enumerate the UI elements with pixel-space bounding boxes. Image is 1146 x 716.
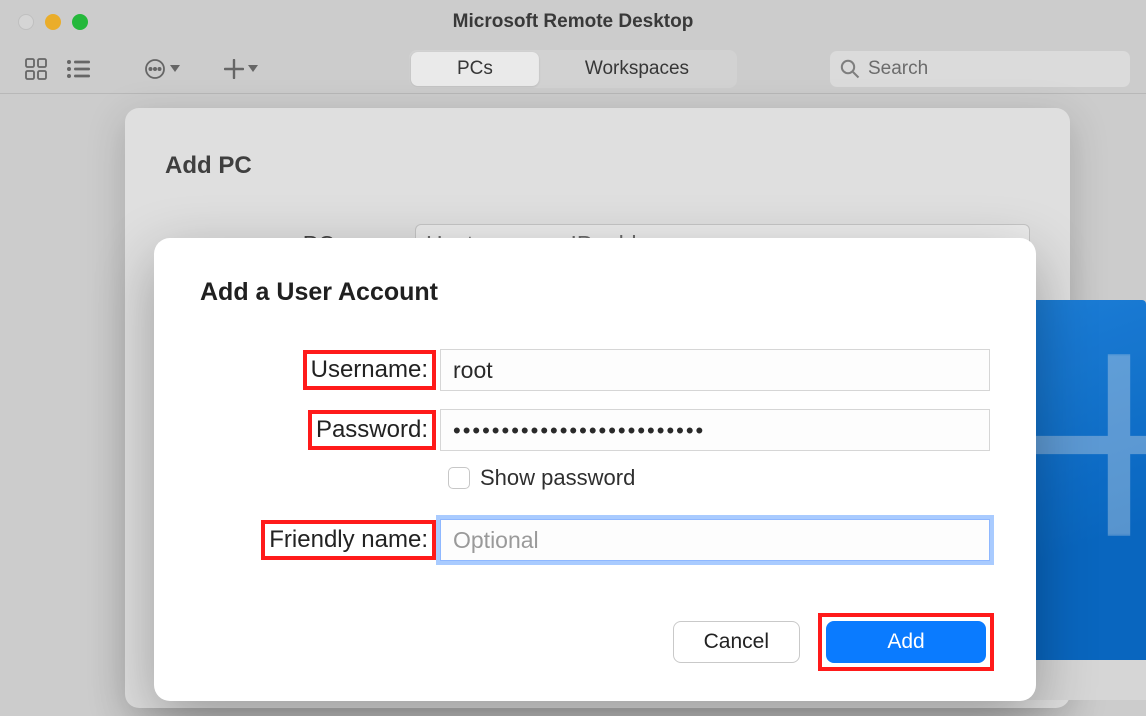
password-label: Password: <box>312 414 432 446</box>
password-input[interactable]: •••••••••••••••••••••••••• <box>440 409 990 451</box>
add-button[interactable] <box>220 51 262 87</box>
close-window-button[interactable] <box>18 14 34 30</box>
cancel-button[interactable]: Cancel <box>673 621 800 663</box>
minimize-window-button[interactable] <box>45 14 61 30</box>
list-view-button[interactable] <box>58 51 98 87</box>
chevron-down-icon <box>170 65 180 72</box>
zoom-window-button[interactable] <box>72 14 88 30</box>
chevron-down-icon <box>248 65 258 72</box>
dialog-title: Add a User Account <box>200 278 990 307</box>
traffic-lights <box>0 14 88 30</box>
username-input[interactable] <box>440 349 990 391</box>
add-button-highlight: Add <box>822 617 990 667</box>
search-field[interactable] <box>830 51 1130 87</box>
view-segmented-control: PCs Workspaces <box>409 50 737 88</box>
add-user-account-dialog: Add a User Account Username: Password: •… <box>154 238 1036 701</box>
search-icon <box>840 59 860 79</box>
desktop-thumbnail <box>1026 300 1146 700</box>
grid-view-button[interactable] <box>16 51 56 87</box>
toolbar: PCs Workspaces <box>0 44 1146 94</box>
search-input[interactable] <box>868 58 1120 80</box>
username-label: Username: <box>307 354 432 386</box>
add-pc-title: Add PC <box>165 152 1030 180</box>
tab-pcs[interactable]: PCs <box>411 52 539 86</box>
window-titlebar: Microsoft Remote Desktop <box>0 0 1146 44</box>
tab-workspaces[interactable]: Workspaces <box>539 52 735 86</box>
show-password-checkbox[interactable] <box>448 467 470 489</box>
friendly-name-label: Friendly name: <box>265 524 432 556</box>
window-title: Microsoft Remote Desktop <box>0 11 1146 33</box>
friendly-name-input[interactable] <box>440 519 990 561</box>
more-actions-button[interactable] <box>140 51 184 87</box>
show-password-label: Show password <box>480 465 635 491</box>
add-button[interactable]: Add <box>826 621 986 663</box>
